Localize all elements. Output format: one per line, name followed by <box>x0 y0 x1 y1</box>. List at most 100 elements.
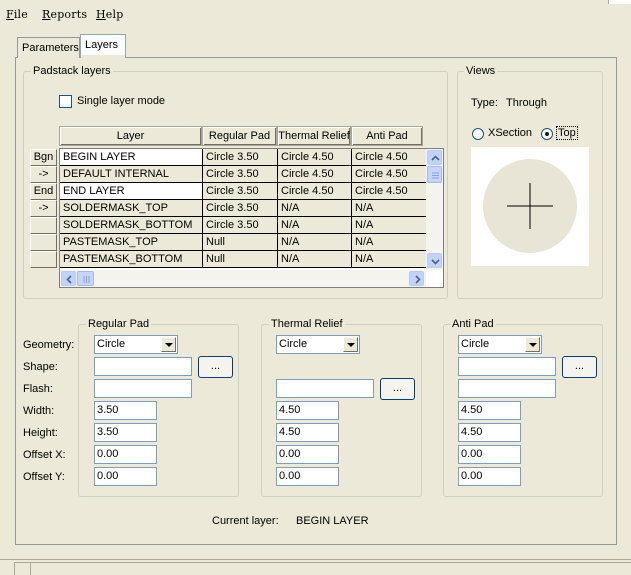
anti-pad-title: Anti Pad <box>450 318 496 330</box>
padstack-layers-grid: BEGIN LAYER Circle 3.50 Circle 4.50 Circ… <box>59 148 444 288</box>
scroll-right-arrow-icon[interactable] <box>409 271 424 286</box>
table-cell-anti[interactable]: Circle 4.50 <box>352 149 426 166</box>
tab-layers[interactable]: Layers <box>80 34 126 57</box>
begin-layer-button[interactable]: Bgn <box>30 149 57 166</box>
thermal-relief-geometry-value: Circle <box>279 338 308 350</box>
tab-parameters[interactable]: Parameters <box>17 37 80 58</box>
table-row-layer[interactable]: SOLDERMASK_TOP <box>60 200 203 217</box>
table-cell-regular[interactable]: Circle 3.50 <box>203 200 278 217</box>
thermal-relief-height-field[interactable]: 4.50 <box>276 423 339 442</box>
table-row-layer[interactable]: DEFAULT INTERNAL <box>60 166 203 183</box>
scroll-up-arrow-icon[interactable] <box>427 150 442 165</box>
top-radio[interactable] <box>541 128 553 140</box>
table-cell-thermal[interactable]: Circle 4.50 <box>278 149 352 166</box>
table-cell-regular[interactable]: Null <box>203 234 278 251</box>
shape-label: Shape: <box>23 361 58 373</box>
regular-pad-flash-field[interactable] <box>94 379 192 398</box>
grid-rows: BEGIN LAYER Circle 3.50 Circle 4.50 Circ… <box>60 149 426 269</box>
table-cell-regular[interactable]: Circle 3.50 <box>203 166 278 183</box>
column-header-regular-pad[interactable]: Regular Pad <box>202 126 277 146</box>
row-arrow-button[interactable]: -> <box>30 200 57 217</box>
regular-pad-geometry-select[interactable]: Circle <box>94 335 178 354</box>
grid-vertical-scrollbar[interactable] <box>426 149 443 270</box>
table-row-layer[interactable]: END LAYER <box>60 183 203 200</box>
table-row-layer[interactable]: SOLDERMASK_BOTTOM <box>60 217 203 234</box>
thermal-relief-flash-browse-button[interactable]: ... <box>380 378 415 400</box>
anti-pad-geometry-select[interactable]: Circle <box>458 335 542 354</box>
scroll-left-arrow-icon[interactable] <box>61 271 76 286</box>
tab-layers-label: Layers <box>85 39 119 51</box>
status-pane <box>30 562 631 575</box>
thermal-relief-title: Thermal Relief <box>269 318 345 330</box>
table-cell-thermal[interactable]: N/A <box>278 234 352 251</box>
row-button[interactable] <box>30 217 57 234</box>
thermal-relief-width-field[interactable]: 4.50 <box>276 401 339 420</box>
thermal-relief-geometry-select[interactable]: Circle <box>276 335 360 354</box>
views-title: Views <box>464 65 498 77</box>
chevron-down-icon[interactable] <box>161 337 176 352</box>
view-type-value: Through <box>506 97 547 109</box>
table-cell-thermal[interactable]: Circle 4.50 <box>278 166 352 183</box>
table-row-layer[interactable]: PASTEMASK_BOTTOM <box>60 251 203 268</box>
offset-x-label: Offset X: <box>23 449 66 461</box>
column-header-layer[interactable]: Layer <box>59 126 202 146</box>
top-label: Top <box>556 126 578 140</box>
table-cell-thermal[interactable]: N/A <box>278 217 352 234</box>
row-arrow-button[interactable]: -> <box>30 166 57 183</box>
single-layer-mode-checkbox[interactable] <box>59 95 72 108</box>
xsection-radio[interactable] <box>472 128 484 140</box>
regular-pad-shape-field[interactable] <box>94 357 192 376</box>
tab-join <box>81 55 125 58</box>
table-cell-thermal[interactable]: N/A <box>278 200 352 217</box>
window-edge <box>608 0 631 4</box>
height-label: Height: <box>23 427 58 439</box>
table-cell-anti[interactable]: N/A <box>352 251 426 268</box>
anti-pad-shape-browse-button[interactable]: ... <box>562 356 597 378</box>
regular-pad-shape-browse-button[interactable]: ... <box>198 356 233 378</box>
table-row-layer[interactable]: PASTEMASK_TOP <box>60 234 203 251</box>
anti-pad-offset-x-field[interactable]: 0.00 <box>458 445 521 464</box>
regular-pad-offset-x-field[interactable]: 0.00 <box>94 445 157 464</box>
table-cell-regular[interactable]: Circle 3.50 <box>203 217 278 234</box>
chevron-down-icon[interactable] <box>525 337 540 352</box>
row-button[interactable] <box>30 234 57 251</box>
menu-file[interactable]: File <box>6 8 28 21</box>
end-layer-button[interactable]: End <box>30 183 57 200</box>
anti-pad-width-field[interactable]: 4.50 <box>458 401 521 420</box>
anti-pad-shape-field[interactable] <box>458 357 556 376</box>
table-cell-anti[interactable]: Circle 4.50 <box>352 183 426 200</box>
thermal-relief-offset-x-field[interactable]: 0.00 <box>276 445 339 464</box>
table-cell-anti[interactable]: N/A <box>352 217 426 234</box>
regular-pad-width-field[interactable]: 3.50 <box>94 401 157 420</box>
flash-label: Flash: <box>23 383 53 395</box>
thermal-relief-flash-field[interactable] <box>276 379 374 398</box>
regular-pad-offset-y-field[interactable]: 0.00 <box>94 467 157 486</box>
anti-pad-height-field[interactable]: 4.50 <box>458 423 521 442</box>
menu-help[interactable]: Help <box>96 8 123 21</box>
scroll-down-arrow-icon[interactable] <box>427 253 442 268</box>
scroll-thumb[interactable] <box>77 271 94 286</box>
grid-horizontal-scrollbar[interactable] <box>60 270 426 287</box>
scroll-thumb[interactable] <box>427 166 442 183</box>
chevron-down-icon[interactable] <box>343 337 358 352</box>
table-cell-thermal[interactable]: N/A <box>278 251 352 268</box>
thermal-relief-offset-y-field[interactable]: 0.00 <box>276 467 339 486</box>
table-cell-anti[interactable]: N/A <box>352 200 426 217</box>
column-header-thermal-relief[interactable]: Thermal Relief <box>277 126 351 146</box>
row-button[interactable] <box>30 251 57 268</box>
table-cell-thermal[interactable]: Circle 4.50 <box>278 183 352 200</box>
table-cell-regular[interactable]: Circle 3.50 <box>203 149 278 166</box>
table-cell-anti[interactable]: N/A <box>352 234 426 251</box>
view-type-label: Type: <box>471 97 498 109</box>
anti-pad-offset-y-field[interactable]: 0.00 <box>458 467 521 486</box>
status-pane <box>14 562 30 575</box>
table-cell-regular[interactable]: Circle 3.50 <box>203 183 278 200</box>
table-cell-regular[interactable]: Null <box>203 251 278 268</box>
regular-pad-geometry-value: Circle <box>97 338 126 350</box>
table-row-layer[interactable]: BEGIN LAYER <box>60 149 203 166</box>
menu-reports[interactable]: Reports <box>42 8 87 21</box>
anti-pad-flash-field[interactable] <box>458 379 556 398</box>
table-cell-anti[interactable]: Circle 4.50 <box>352 166 426 183</box>
column-header-anti-pad[interactable]: Anti Pad <box>351 126 423 146</box>
regular-pad-height-field[interactable]: 3.50 <box>94 423 157 442</box>
